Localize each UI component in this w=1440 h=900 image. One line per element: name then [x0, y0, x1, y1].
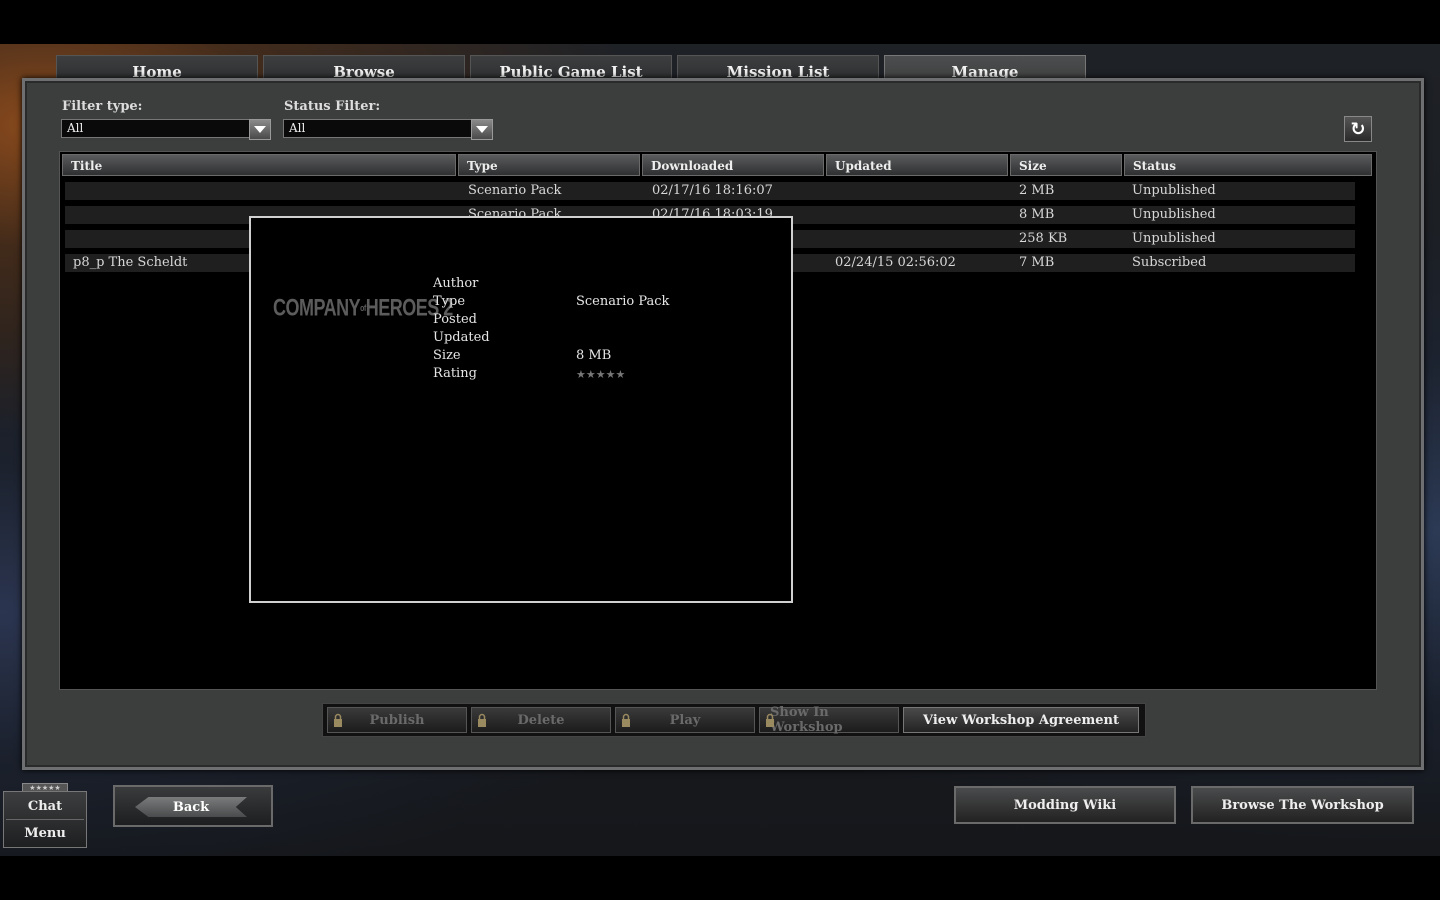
play-button[interactable]: Play [615, 707, 755, 733]
size-value: 8 MB [576, 348, 612, 363]
type-value: Scenario Pack [576, 294, 670, 309]
cell-title: p8_p The Scheldt [73, 255, 188, 270]
view-workshop-agreement-label: View Workshop Agreement [923, 712, 1119, 728]
chat-menu-panel: Chat Menu [3, 791, 87, 848]
lock-icon [766, 713, 774, 727]
column-header-size[interactable]: Size [1010, 154, 1122, 176]
delete-label: Delete [517, 712, 565, 728]
cell-status: Unpublished [1132, 207, 1216, 222]
cell-status: Unpublished [1132, 183, 1216, 198]
chevron-down-icon[interactable] [471, 119, 493, 140]
rating-label: Rating [433, 366, 477, 381]
column-header-type[interactable]: Type [458, 154, 640, 176]
lock-icon [334, 713, 342, 727]
column-header-downloaded[interactable]: Downloaded [642, 154, 824, 176]
table-row[interactable]: Scenario Pack 02/17/16 18:16:07 2 MB Unp… [65, 182, 1355, 200]
cell-size: 7 MB [1019, 255, 1055, 270]
column-header-updated[interactable]: Updated [826, 154, 1008, 176]
play-label: Play [669, 712, 701, 728]
back-arrow-icon: Back [135, 797, 247, 817]
cell-size: 8 MB [1019, 207, 1055, 222]
status-filter-value: All [289, 121, 306, 135]
refresh-icon: ↻ [1350, 118, 1366, 140]
modding-wiki-button[interactable]: Modding Wiki [954, 786, 1176, 824]
rating-stars-icon: ★★★★★ [576, 368, 626, 381]
cell-status: Unpublished [1132, 231, 1216, 246]
browse-workshop-button[interactable]: Browse The Workshop [1191, 786, 1414, 824]
show-in-workshop-button[interactable]: Show In Workshop [759, 705, 899, 735]
type-label: Type [433, 294, 466, 309]
status-filter-dropdown[interactable]: All [283, 119, 493, 140]
back-button[interactable]: Back [113, 785, 273, 827]
author-label: Author [433, 276, 479, 291]
item-details-popup: COMPANYofHEROES 2 Author Type Posted Upd… [249, 216, 793, 603]
view-workshop-agreement-button[interactable]: View Workshop Agreement [903, 707, 1139, 733]
posted-label: Posted [433, 312, 477, 327]
filter-type-dropdown[interactable]: All [61, 119, 271, 140]
refresh-button[interactable]: ↻ [1344, 116, 1372, 142]
logo-text: COMPANY [273, 294, 361, 321]
delete-button[interactable]: Delete [471, 707, 611, 733]
action-bar: Publish Delete Play Show In Workshop Vie… [322, 703, 1146, 737]
publish-label: Publish [369, 712, 425, 728]
filter-type-label: Filter type: [62, 99, 143, 114]
publish-button[interactable]: Publish [327, 707, 467, 733]
game-logo: COMPANYofHEROES 2 [273, 294, 453, 322]
cell-type: Scenario Pack [468, 183, 562, 198]
column-header-title[interactable]: Title [62, 154, 456, 176]
cell-updated: 02/24/15 02:56:02 [835, 255, 956, 270]
updated-label: Updated [433, 330, 490, 345]
chat-button[interactable]: Chat [4, 793, 86, 819]
chevron-down-icon[interactable] [249, 119, 271, 140]
lock-icon [622, 713, 630, 727]
cell-status: Subscribed [1132, 255, 1207, 270]
cell-size: 258 KB [1019, 231, 1068, 246]
cell-downloaded: 02/17/16 18:16:07 [652, 183, 773, 198]
status-filter-label: Status Filter: [284, 99, 381, 114]
menu-button[interactable]: Menu [4, 820, 86, 846]
show-in-workshop-label: Show In Workshop [770, 705, 843, 735]
cell-size: 2 MB [1019, 183, 1055, 198]
lock-icon [478, 713, 486, 727]
back-label: Back [172, 799, 210, 815]
size-label: Size [433, 348, 461, 363]
column-header-status[interactable]: Status [1124, 154, 1372, 176]
filter-type-value: All [67, 121, 84, 135]
